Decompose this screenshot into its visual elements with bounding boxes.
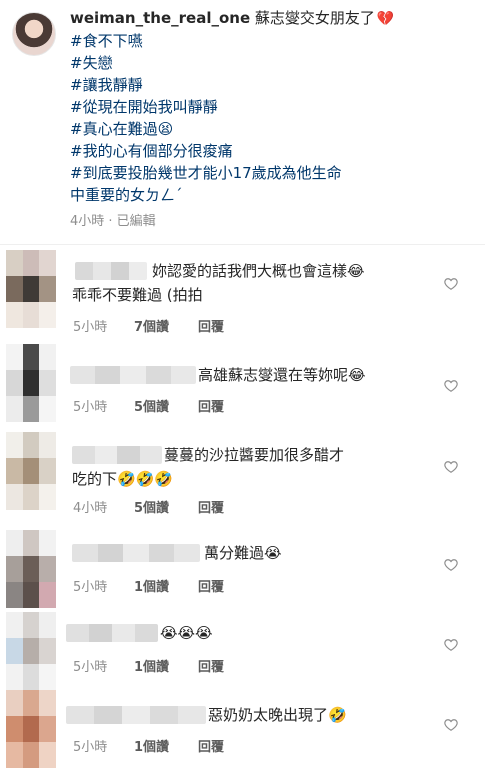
hashtag-continued[interactable]: 中重要的女ㄉㄥˊ [70,184,183,206]
reply-button[interactable]: 回覆 [198,656,224,675]
comment-text: 惡奶奶太晚出現了🤣 [208,706,347,724]
blurred-username[interactable] [66,624,158,642]
commenter-avatar[interactable] [6,344,56,422]
hashtag[interactable]: #到底要投胎幾世才能小17歲成為他生命 [70,162,342,184]
comment-likes[interactable]: 1個讚 [134,656,169,675]
comment-text: 萬分難過😭 [204,544,282,562]
caption-meta: 4小時 · 已編輯 [70,214,156,229]
comment-time: 5小時 [73,400,108,415]
hashtag[interactable]: #我的心有個部分很痠痛 [70,140,233,162]
blurred-username[interactable] [72,544,200,562]
blurred-username[interactable] [66,706,206,724]
comment-likes[interactable]: 1個讚 [134,576,169,595]
commenter-avatar[interactable] [6,432,56,510]
reply-button[interactable]: 回覆 [198,316,224,335]
comment-likes[interactable]: 5個讚 [134,497,169,516]
comment-likes[interactable]: 1個讚 [134,736,169,755]
comment-time: 4小時 [73,501,108,516]
hashtag[interactable]: #食不下嚥 [70,30,143,52]
comment-likes[interactable]: 7個讚 [134,316,169,335]
comment-time: 5小時 [73,320,108,335]
comment-time: 5小時 [73,660,108,675]
hashtag[interactable]: #失戀 [70,52,113,74]
commenter-avatar[interactable] [6,530,56,608]
comment-text: 😭😭😭 [160,624,213,642]
blurred-username[interactable] [70,366,196,384]
like-heart-icon[interactable] [444,379,458,393]
hashtag[interactable]: #讓我靜靜 [70,74,143,96]
broken-heart-emoji: 💔 [376,11,395,27]
blurred-username[interactable] [75,262,147,280]
like-heart-icon[interactable] [444,277,458,291]
caption-text: 蘇志燮交女朋友了 [254,9,375,27]
comment-text: 乖乖不要難過 (拍拍 [72,286,203,304]
caption-header: weiman_the_real_one 蘇志燮交女朋友了 💔 [70,7,394,30]
blurred-username[interactable] [72,446,162,464]
reply-button[interactable]: 回覆 [198,396,224,415]
commenter-avatar[interactable] [6,250,56,328]
author-username[interactable]: weiman_the_real_one [70,9,250,27]
like-heart-icon[interactable] [444,460,458,474]
author-avatar[interactable] [12,12,56,56]
comment-likes[interactable]: 5個讚 [134,396,169,415]
comment-text: 妳認愛的話我們大概也會這樣😂 [152,262,365,280]
reply-button[interactable]: 回覆 [198,736,224,755]
commenter-avatar[interactable] [6,612,56,690]
comment-text: 吃的下🤣🤣🤣 [72,470,174,488]
commenter-avatar[interactable] [6,690,56,768]
comment-text: 高雄蘇志燮還在等妳呢😂 [198,366,366,384]
hashtag[interactable]: #從現在開始我叫靜靜 [70,96,218,118]
like-heart-icon[interactable] [444,558,458,572]
reply-button[interactable]: 回覆 [198,497,224,516]
comment-text: 蔓蔓的沙拉醬要加很多醋才 [164,446,345,464]
divider [0,244,485,245]
comment-time: 5小時 [73,580,108,595]
like-heart-icon[interactable] [444,638,458,652]
like-heart-icon[interactable] [444,718,458,732]
hashtag[interactable]: #真心在難過😫 [70,118,173,140]
comment-time: 5小時 [73,740,108,755]
reply-button[interactable]: 回覆 [198,576,224,595]
